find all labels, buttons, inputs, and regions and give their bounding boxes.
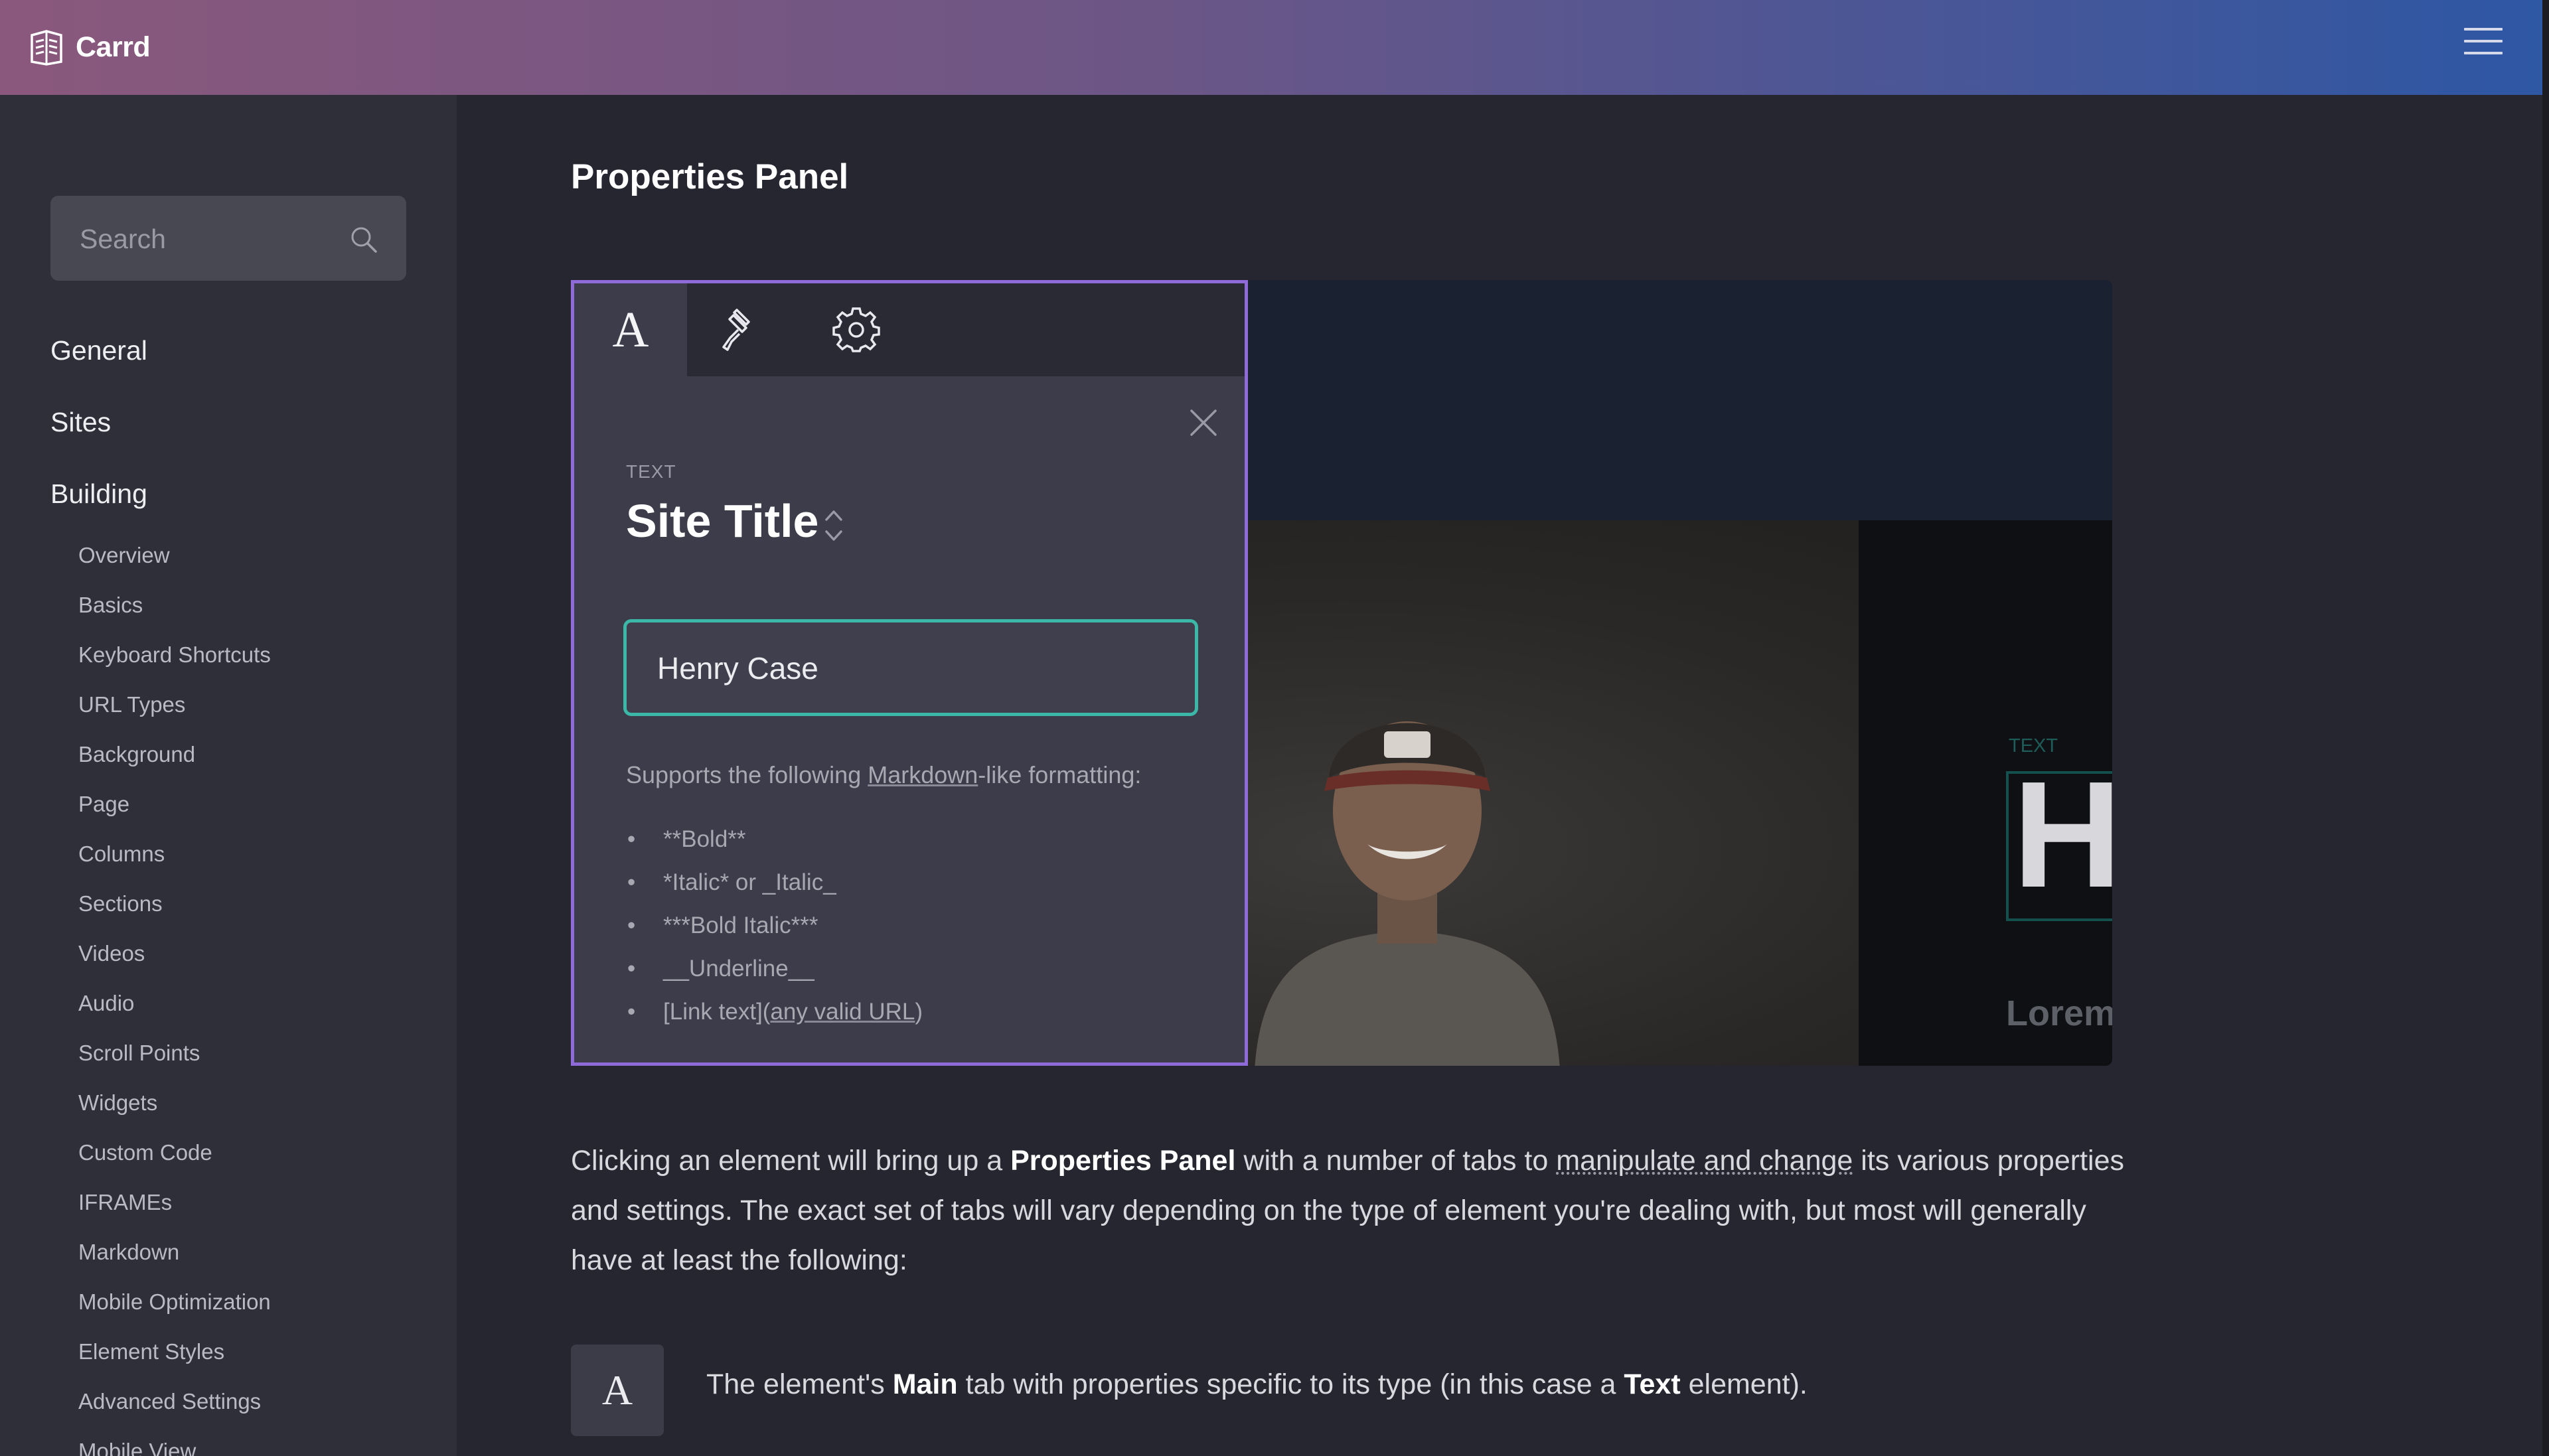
help-suffix: -like formatting: (978, 761, 1142, 788)
sidebar-subitem-basics[interactable]: Basics (78, 593, 143, 618)
tab-settings[interactable] (800, 283, 913, 376)
text-content-input[interactable] (656, 622, 1176, 714)
format-bold-italic: ***Bold Italic*** (626, 912, 923, 956)
main-tab-icon-box: A (571, 1345, 664, 1436)
sidebar-subitem-page[interactable]: Page (78, 792, 129, 817)
para-text-2: with a number of tabs to (1235, 1145, 1557, 1177)
text-main-icon: A (601, 1366, 633, 1414)
format-link: [Link text](any valid URL) (626, 999, 923, 1042)
intro-paragraph: Clicking an element will bring up a Prop… (571, 1136, 2137, 1285)
search-icon[interactable] (348, 224, 380, 255)
tab-style[interactable] (687, 283, 800, 376)
link-format-prefix: [Link text]( (663, 999, 771, 1025)
chevron-up-down-icon[interactable] (822, 505, 845, 546)
tab-main[interactable]: A (574, 283, 687, 376)
markdown-help-text: Supports the following Markdown-like for… (626, 761, 1141, 789)
sidebar-item-general[interactable]: General (50, 335, 147, 366)
feature-text-1: The element's (706, 1368, 893, 1400)
sidebar-subitem-background[interactable]: Background (78, 742, 195, 767)
preview-person-photo (1255, 721, 1560, 1066)
para-bold-properties-panel: Properties Panel (1010, 1145, 1236, 1177)
sidebar: General Sites Building Overview Basics K… (0, 95, 457, 1456)
main-tab-description: The element's Main tab with properties s… (706, 1368, 1808, 1401)
any-valid-url-link[interactable]: any valid URL (770, 999, 915, 1025)
markdown-link[interactable]: Markdown (868, 761, 978, 788)
text-main-icon: A (612, 301, 649, 358)
sidebar-item-sites[interactable]: Sites (50, 407, 111, 438)
sidebar-subitem-url-types[interactable]: URL Types (78, 692, 185, 717)
close-icon[interactable] (1188, 407, 1219, 439)
sidebar-subitem-videos[interactable]: Videos (78, 941, 145, 966)
help-prefix: Supports the following (626, 761, 868, 788)
format-underline: __Underline__ (626, 956, 923, 999)
feature-bold-main: Main (892, 1368, 958, 1400)
preview-lorem-text: Lorem (2006, 993, 2112, 1033)
brand-name: Carrd (76, 31, 151, 63)
feature-bold-text: Text (1624, 1368, 1681, 1400)
text-content-field[interactable] (623, 619, 1198, 716)
format-list: **Bold** *Italic* or _Italic_ ***Bold It… (626, 826, 923, 1042)
sidebar-subitem-markdown[interactable]: Markdown (78, 1240, 179, 1265)
para-text-1: Clicking an element will bring up a (571, 1145, 1011, 1177)
search-box (50, 196, 406, 282)
manipulate-and-change-link[interactable]: manipulate and change (1556, 1145, 1853, 1177)
sidebar-subitem-scroll-points[interactable]: Scroll Points (78, 1041, 200, 1066)
link-format-suffix: ) (915, 999, 923, 1025)
page-title: Properties Panel (571, 157, 849, 196)
sidebar-subitem-element-styles[interactable]: Element Styles (78, 1339, 224, 1364)
sidebar-subitem-widgets[interactable]: Widgets (78, 1090, 157, 1116)
sidebar-subitem-mobile-optimization[interactable]: Mobile Optimization (78, 1289, 271, 1315)
properties-panel: A TEXT Site Title Henry Case Supports th… (571, 280, 1248, 1066)
sidebar-subitem-advanced-settings[interactable]: Advanced Settings (78, 1389, 261, 1414)
sidebar-subitem-columns[interactable]: Columns (78, 841, 165, 867)
hamburger-menu-icon[interactable] (2464, 28, 2503, 60)
paintbrush-icon (722, 309, 750, 351)
feature-text-2: tab with properties specific to its type… (957, 1368, 1624, 1400)
element-name: Site Title (626, 495, 819, 547)
format-bold: **Bold** (626, 826, 923, 869)
sidebar-subitem-keyboard-shortcuts[interactable]: Keyboard Shortcuts (78, 642, 271, 668)
element-type-label: TEXT (626, 461, 676, 482)
panel-tab-bar: A (574, 283, 1245, 376)
brand-logo[interactable]: Carrd (29, 25, 151, 69)
sidebar-subitem-custom-code[interactable]: Custom Code (78, 1140, 212, 1165)
sidebar-subitem-overview[interactable]: Overview (78, 543, 170, 568)
sidebar-subitem-audio[interactable]: Audio (78, 991, 134, 1016)
preview-selection-frame (2006, 771, 2112, 921)
gear-icon (832, 307, 880, 352)
carrd-logo-icon (31, 30, 62, 66)
sidebar-subitem-mobile-view[interactable]: Mobile View (78, 1439, 196, 1456)
format-italic: *Italic* or _Italic_ (626, 869, 923, 912)
search-input[interactable] (78, 196, 347, 282)
sidebar-item-building[interactable]: Building (50, 478, 147, 510)
sidebar-subitem-iframes[interactable]: IFRAMEs (78, 1190, 172, 1215)
sidebar-subitem-sections[interactable]: Sections (78, 891, 163, 916)
feature-text-3: element). (1680, 1368, 1808, 1400)
top-header: Carrd (0, 0, 2542, 95)
page-scrollbar[interactable] (2542, 0, 2549, 1456)
